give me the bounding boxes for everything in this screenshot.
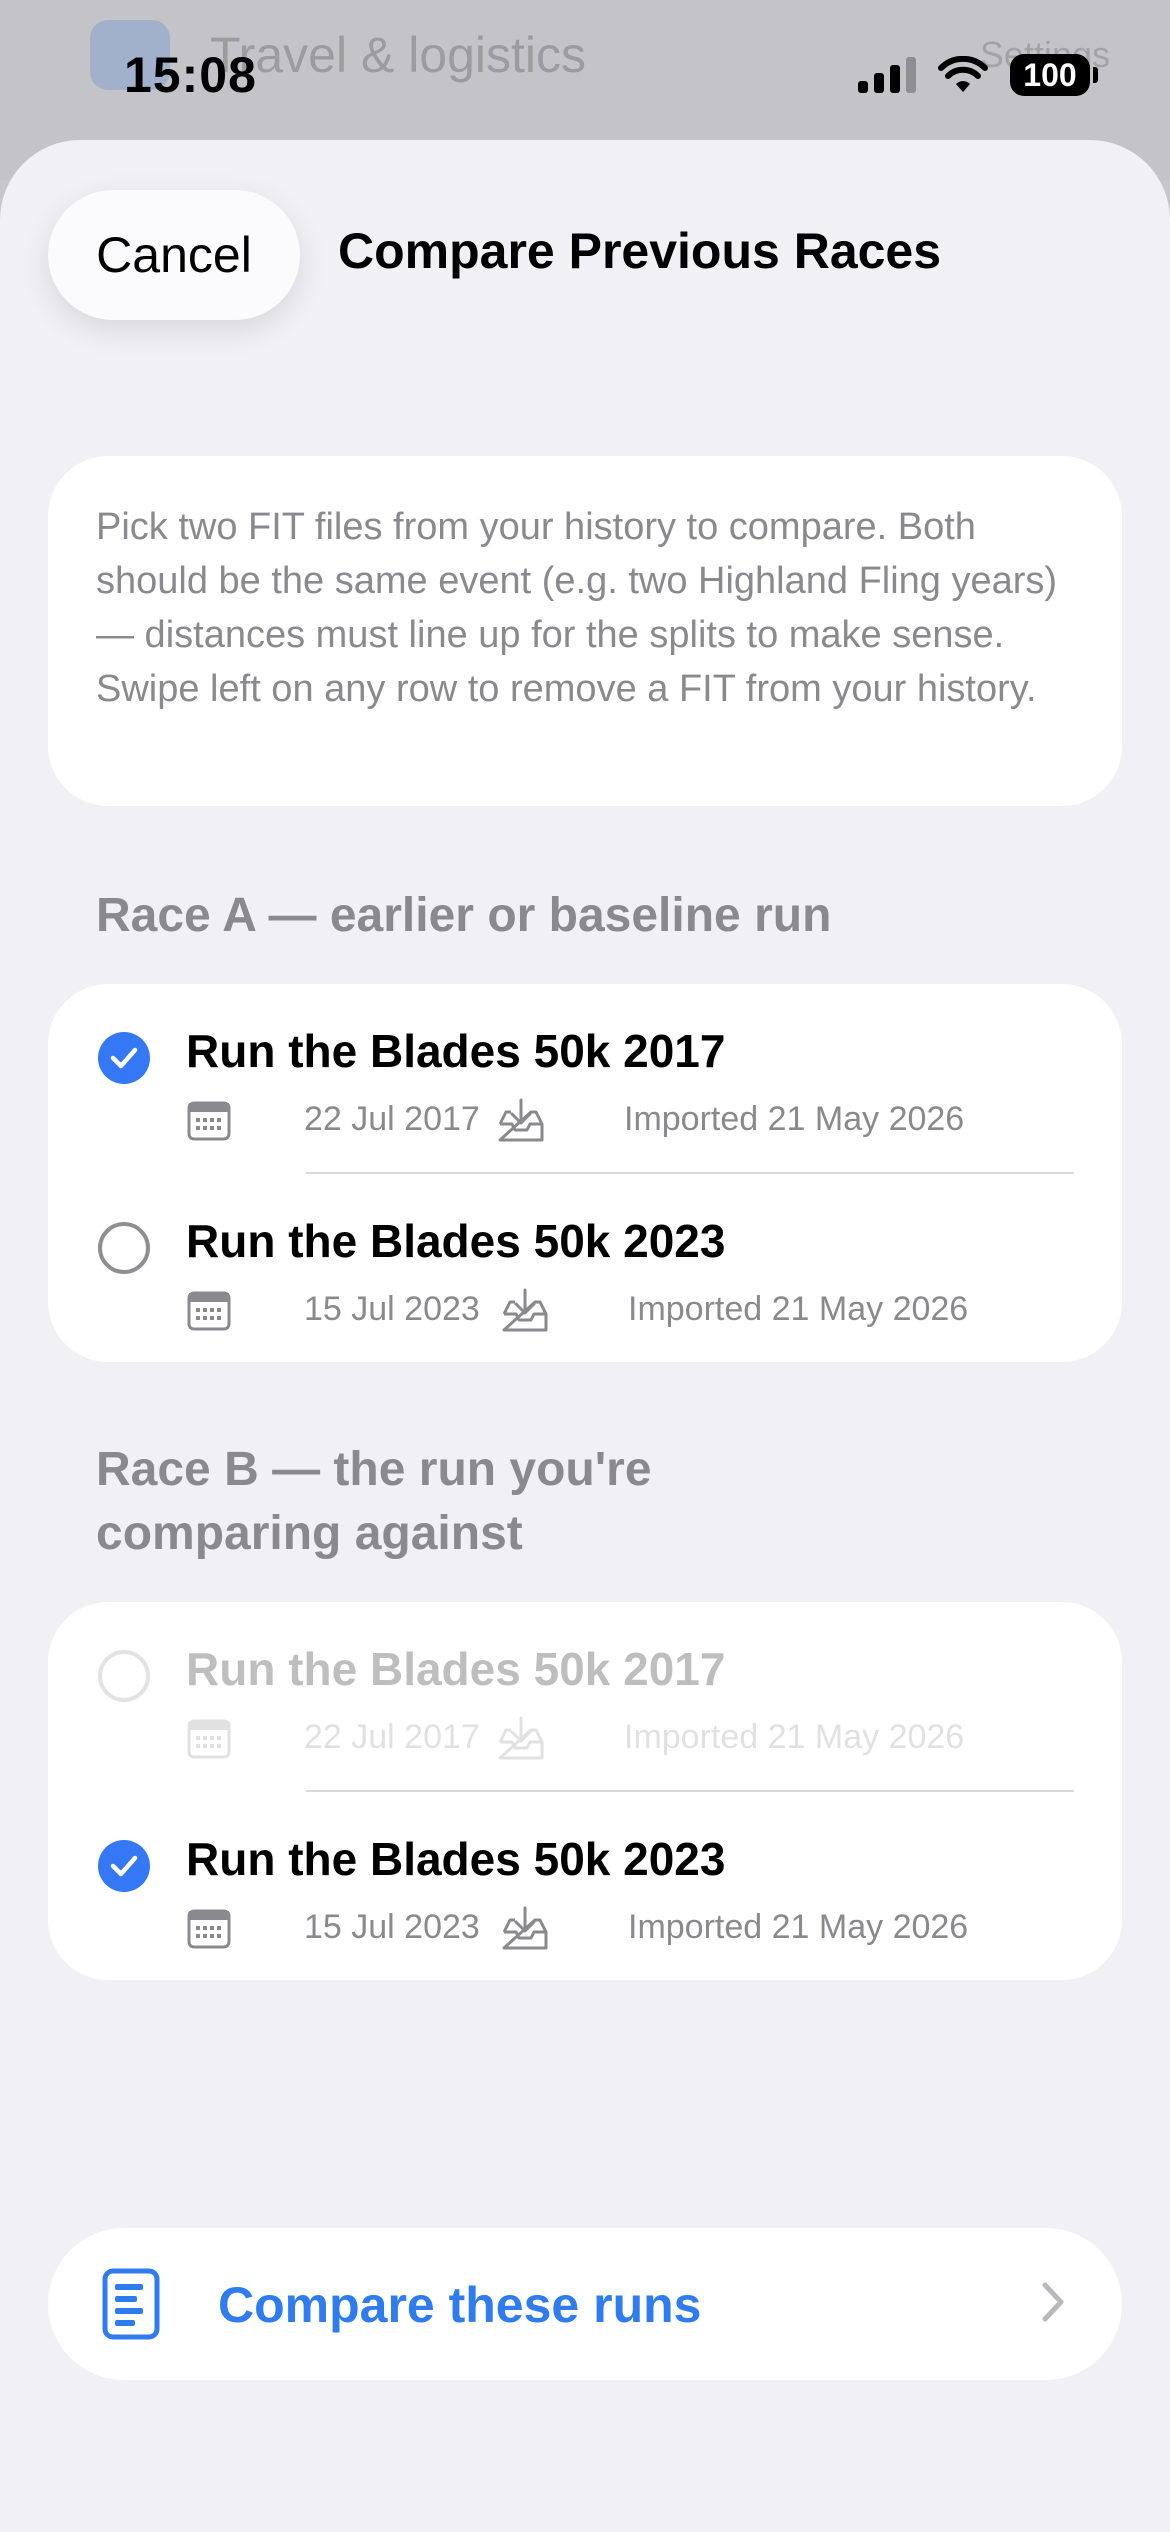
race-title: Run the Blades 50k 2017 [186,1643,726,1695]
checkmark-icon[interactable] [98,1840,150,1892]
race-date: 22 Jul 2017 [304,1100,480,1138]
race-a-row-1[interactable]: Run the Blades 50k 2017 22 Jul 2017 Impo… [48,984,1122,1174]
calendar-icon [187,1909,231,1949]
calendar-icon [187,1719,231,1759]
document-icon [102,2268,160,2340]
signal-icon [858,57,916,93]
race-title: Run the Blades 50k 2023 [186,1215,726,1267]
race-b-header-line1: Race B — the run you're [96,1443,652,1496]
race-meta: 22 Jul 2017 Imported 21 May 2026 [186,1098,1086,1146]
status-time: 15:08 [124,47,257,103]
race-a-list: Run the Blades 50k 2017 22 Jul 2017 Impo… [48,984,1122,1362]
cancel-button[interactable]: Cancel [48,190,300,320]
race-b-header: Race B — the run you're comparing agains… [96,1438,652,1566]
tray-download-icon [502,1288,548,1332]
chevron-right-icon [1042,2282,1064,2322]
tray-download-icon [498,1716,544,1760]
race-imported: Imported 21 May 2026 [628,1908,969,1946]
calendar-icon [187,1101,231,1141]
calendar-icon [187,1291,231,1331]
status-bar: 15:08 100 [0,0,1170,150]
race-meta: 15 Jul 2023 Imported 21 May 2026 [186,1288,1086,1336]
race-date: 22 Jul 2017 [304,1718,480,1756]
race-imported: Imported 21 May 2026 [624,1100,965,1138]
battery-indicator: 100 [1010,54,1098,96]
wifi-icon [938,56,988,92]
race-b-row-1: Run the Blades 50k 2017 22 Jul 2017 Impo… [48,1602,1122,1792]
compare-runs-button[interactable]: Compare these runs [48,2228,1122,2380]
race-imported: Imported 21 May 2026 [624,1718,965,1756]
race-date: 15 Jul 2023 [304,1908,480,1946]
race-b-header-line2: comparing against [96,1507,523,1560]
compare-runs-label: Compare these runs [218,2277,702,2333]
status-icons: 100 [858,54,1098,96]
race-a-header: Race A — earlier or baseline run [96,889,832,942]
tray-download-icon [498,1098,544,1142]
race-date: 15 Jul 2023 [304,1290,480,1328]
race-b-row-2[interactable]: Run the Blades 50k 2023 15 Jul 2023 Impo… [48,1792,1122,1980]
checkmark-icon[interactable] [98,1032,150,1084]
race-title: Run the Blades 50k 2017 [186,1025,726,1077]
tray-download-icon [502,1906,548,1950]
race-b-list: Run the Blades 50k 2017 22 Jul 2017 Impo… [48,1602,1122,1980]
compare-sheet: Cancel Compare Previous Races Pick two F… [0,140,1170,2532]
race-imported: Imported 21 May 2026 [628,1290,969,1328]
radio-unselected-icon[interactable] [98,1222,150,1274]
info-card: Pick two FIT files from your history to … [48,456,1122,806]
race-title: Run the Blades 50k 2023 [186,1833,726,1885]
race-meta: 15 Jul 2023 Imported 21 May 2026 [186,1906,1086,1954]
sheet-title: Compare Previous Races [338,223,942,279]
race-a-row-2[interactable]: Run the Blades 50k 2023 15 Jul 2023 Impo… [48,1174,1122,1362]
race-meta: 22 Jul 2017 Imported 21 May 2026 [186,1716,1086,1764]
radio-disabled-icon [98,1650,150,1702]
info-text: Pick two FIT files from your history to … [96,506,1058,710]
